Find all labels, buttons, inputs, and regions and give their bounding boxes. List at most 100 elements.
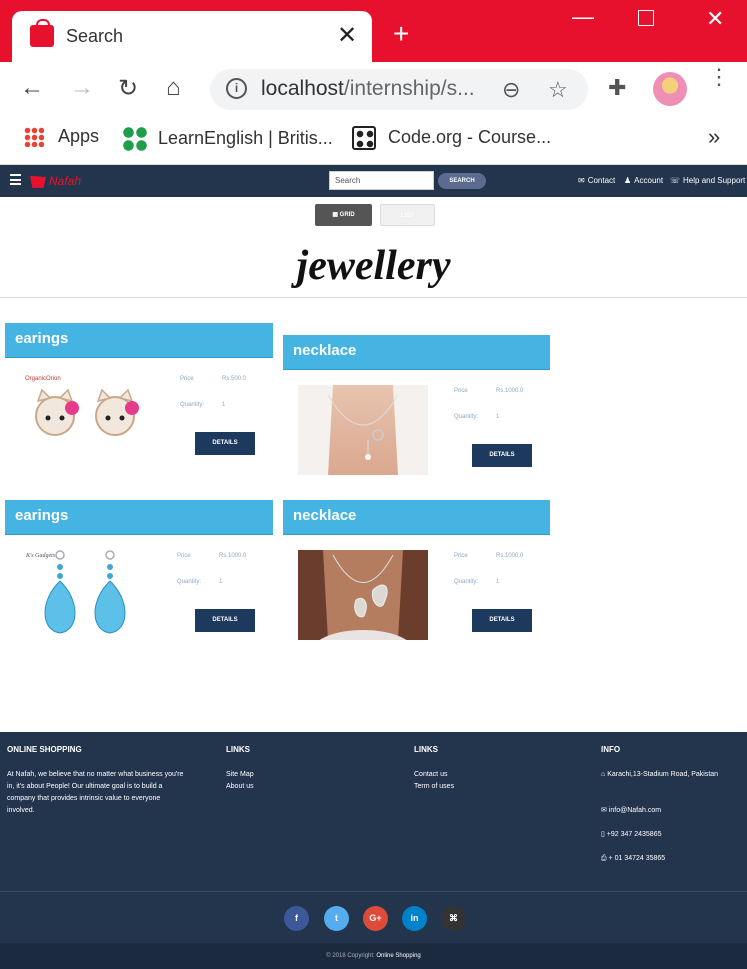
- footer-links-heading: LINKS: [414, 745, 438, 754]
- chat-icon: ☏: [670, 176, 681, 185]
- omnibox[interactable]: i localhost/internship/s... ⊖ ☆: [210, 69, 588, 110]
- quantity-label: Quantity:: [454, 414, 479, 420]
- product-image-earrings[interactable]: K's Gadgets: [20, 545, 150, 635]
- quantity-value: 1: [496, 414, 500, 420]
- details-button[interactable]: DETAILS: [195, 432, 255, 455]
- footer-phone: ▯ +92 347 2435865: [601, 831, 662, 838]
- shopping-bag-icon: [30, 19, 54, 47]
- price-value: Rs.1000.0: [496, 553, 524, 559]
- product-image-necklace[interactable]: [298, 550, 428, 640]
- url-text: localhost/internship/s...: [261, 77, 475, 100]
- bookmark-codeorg[interactable]: Code.org - Course...: [352, 126, 551, 150]
- bookmark-star-icon[interactable]: ☆: [548, 77, 568, 103]
- footer-info-heading: INFO: [601, 745, 621, 754]
- twitter-icon[interactable]: t: [324, 906, 349, 931]
- footer-fax: ⎙ + 01 34724 35865: [601, 855, 666, 862]
- price-label: Price: [454, 388, 468, 394]
- price-value: Rs.500.0: [222, 376, 247, 382]
- product-title[interactable]: earings: [5, 500, 273, 535]
- fax-icon: ⎙: [601, 855, 609, 862]
- zoom-icon[interactable]: ⊖: [502, 77, 520, 103]
- product-image-necklace[interactable]: [298, 385, 428, 475]
- back-icon[interactable]: ←: [20, 74, 44, 102]
- product-title[interactable]: necklace: [283, 500, 550, 535]
- info-icon[interactable]: i: [226, 78, 247, 99]
- site-navbar: Nafah SEARCH ✉Contact ♟Account ☏Help and…: [0, 165, 747, 197]
- envelope-icon: ✉: [578, 176, 585, 185]
- quantity-label: Quantity:: [454, 579, 479, 585]
- minimize-icon[interactable]: —: [572, 4, 594, 30]
- forward-icon[interactable]: →: [70, 74, 94, 102]
- linkedin-icon[interactable]: in: [402, 906, 427, 931]
- user-icon: ♟: [624, 176, 632, 185]
- details-button[interactable]: DETAILS: [472, 444, 532, 467]
- browser-tab-strip: Search ✕ + — ✕: [0, 0, 747, 62]
- product-title[interactable]: necklace: [283, 335, 550, 370]
- footer-divider: [0, 891, 747, 892]
- bookmarks-overflow-icon[interactable]: »: [708, 124, 720, 150]
- cart-logo-icon: [30, 175, 46, 188]
- address-bar-row: ← → ↻ ⌂ i localhost/internship/s... ⊖ ☆ …: [0, 62, 747, 116]
- help-link[interactable]: ☏ Help and Support: [670, 176, 745, 185]
- tab-title: Search: [66, 26, 124, 46]
- footer-link-terms[interactable]: Term of uses: [414, 781, 454, 793]
- google-plus-icon[interactable]: G+: [363, 906, 388, 931]
- price-value: Rs.1000.0: [219, 553, 247, 559]
- bookmark-apps[interactable]: Apps: [24, 126, 99, 148]
- hamburger-menu-icon[interactable]: [10, 174, 21, 185]
- svg-text:OrganicOrion: OrganicOrion: [25, 376, 61, 382]
- details-button[interactable]: DETAILS: [195, 609, 255, 632]
- site-logo[interactable]: Nafah: [30, 174, 81, 188]
- price-label: Price: [180, 376, 194, 382]
- details-button[interactable]: DETAILS: [472, 609, 532, 632]
- close-tab-icon[interactable]: ✕: [337, 21, 357, 50]
- product-image-earrings[interactable]: OrganicOrion: [20, 368, 150, 458]
- home-icon[interactable]: ⌂: [166, 74, 181, 102]
- codeorg-icon: [352, 126, 376, 150]
- apps-grid-icon: [24, 127, 44, 148]
- quantity-label: Quantity:: [180, 402, 205, 408]
- footer-links-heading: LINKS: [226, 745, 250, 754]
- account-link[interactable]: ♟ Account: [624, 176, 663, 185]
- quantity-label: Quantity:: [177, 579, 202, 585]
- facebook-icon[interactable]: f: [284, 906, 309, 931]
- footer-link-sitemap[interactable]: Site Map: [226, 769, 254, 781]
- learnenglish-icon: [122, 126, 148, 152]
- price-value: Rs.1000.0: [496, 388, 524, 394]
- footer-about-text: At Nafah, we believe that no matter what…: [7, 771, 184, 814]
- bookmark-learnenglish[interactable]: LearnEnglish | Britis...: [122, 126, 333, 152]
- quantity-value: 1: [219, 579, 223, 585]
- profile-avatar[interactable]: [653, 72, 687, 106]
- bookmarks-bar: Apps LearnEnglish | Britis... Code.org -…: [0, 116, 747, 165]
- reload-icon[interactable]: ↻: [118, 74, 138, 103]
- grid-icon: ▦: [332, 212, 340, 218]
- new-tab-button[interactable]: +: [393, 20, 409, 48]
- close-window-icon[interactable]: ✕: [706, 6, 724, 32]
- list-view-button[interactable]: LIST: [380, 204, 435, 226]
- extensions-icon[interactable]: ✚: [608, 75, 626, 101]
- github-icon[interactable]: ⌘: [441, 906, 466, 931]
- category-title: jewellery: [296, 243, 451, 289]
- copyright-link[interactable]: Online Shopping: [376, 953, 420, 959]
- svg-text:K's Gadgets: K's Gadgets: [25, 553, 56, 559]
- search-input[interactable]: [329, 171, 434, 190]
- envelope-icon: ✉: [601, 807, 609, 814]
- footer-email: ✉ info@Nafah.com: [601, 807, 662, 814]
- footer-link-about[interactable]: About us: [226, 781, 254, 793]
- divider: [0, 297, 747, 298]
- browser-menu-icon[interactable]: ⋮: [708, 66, 730, 88]
- search-button[interactable]: SEARCH: [438, 173, 486, 189]
- contact-link[interactable]: ✉ Contact: [578, 176, 615, 185]
- price-label: Price: [454, 553, 468, 559]
- footer-link-contact[interactable]: Contact us: [414, 769, 447, 781]
- maximize-icon[interactable]: [638, 10, 654, 26]
- browser-tab[interactable]: Search ✕: [12, 11, 372, 62]
- quantity-value: 1: [496, 579, 500, 585]
- grid-view-button[interactable]: ▦ GRID: [315, 204, 372, 226]
- quantity-value: 1: [222, 402, 226, 408]
- price-label: Price: [177, 553, 191, 559]
- footer-address: ⌂ Karachi,13-Stadium Road, Pakistan: [601, 771, 719, 778]
- site-footer: ONLINE SHOPPING At Nafah, we believe tha…: [0, 732, 747, 969]
- product-title[interactable]: earings: [5, 323, 273, 358]
- footer-about-heading: ONLINE SHOPPING: [7, 745, 82, 754]
